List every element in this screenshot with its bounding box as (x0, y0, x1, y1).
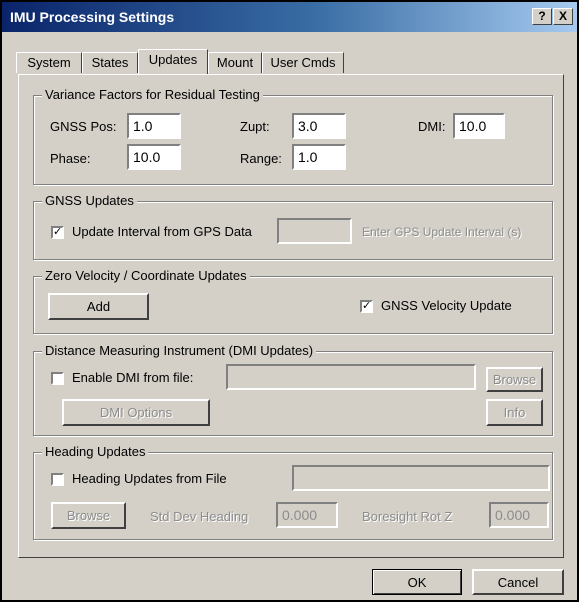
range-input[interactable] (294, 146, 344, 168)
zupt-input[interactable] (294, 115, 344, 137)
tab-mount[interactable]: Mount (208, 52, 262, 73)
range-field[interactable] (292, 144, 346, 170)
range-label: Range: (240, 151, 282, 166)
imu-processing-settings-dialog: IMU Processing Settings ? X System State… (0, 0, 579, 602)
gnss-updates-title: GNSS Updates (42, 193, 137, 208)
checkmark-icon: ✓ (53, 226, 63, 238)
heading-file-field[interactable] (292, 465, 550, 491)
variance-factors-group: Variance Factors for Residual Testing GN… (33, 87, 553, 185)
help-icon: ? (538, 9, 546, 23)
heading-updates-title: Heading Updates (42, 444, 149, 459)
zero-velocity-title: Zero Velocity / Coordinate Updates (42, 268, 250, 283)
heading-browse-button[interactable]: Browse (51, 502, 126, 529)
gnss-updates-group: GNSS Updates ✓ Update Interval from GPS … (33, 193, 553, 260)
gnss-pos-input[interactable] (129, 115, 179, 137)
phase-input[interactable] (129, 146, 179, 168)
dmi-file-input[interactable] (228, 366, 474, 388)
tab-mount-label: Mount (216, 55, 254, 70)
phase-label: Phase: (50, 151, 91, 166)
help-button[interactable]: ? (532, 8, 552, 25)
boresight-rot-z-label: Boresight Rot Z (362, 509, 453, 524)
dmi-browse-button[interactable]: Browse (486, 367, 543, 392)
std-dev-heading-field[interactable] (276, 502, 338, 528)
dmi-options-button[interactable]: DMI Options (62, 399, 210, 426)
tab-updates[interactable]: Updates (138, 49, 208, 74)
zero-velocity-group: Zero Velocity / Coordinate Updates Add ✓… (33, 268, 553, 334)
heading-updates-checkbox[interactable] (51, 473, 64, 486)
title-bar[interactable]: IMU Processing Settings ? X (2, 2, 577, 32)
variance-factors-title: Variance Factors for Residual Testing (42, 87, 263, 102)
gps-update-interval-input[interactable] (279, 220, 350, 242)
heading-updates-label: Heading Updates from File (72, 471, 227, 486)
close-button[interactable]: X (553, 8, 573, 25)
tab-states[interactable]: States (82, 52, 138, 73)
zupt-label: Zupt: (240, 119, 270, 134)
update-interval-checkbox[interactable]: ✓ (51, 226, 64, 239)
add-button[interactable]: Add (48, 293, 149, 320)
gnss-velocity-checkbox[interactable]: ✓ (360, 300, 373, 313)
tab-system-label: System (27, 55, 71, 70)
tab-updates-label: Updates (148, 52, 198, 67)
std-dev-heading-label: Std Dev Heading (150, 509, 249, 524)
heading-updates-group: Heading Updates Heading Updates from Fil… (33, 444, 553, 540)
tab-system[interactable]: System (16, 52, 82, 73)
dmi-file-field[interactable] (226, 364, 476, 390)
phase-field[interactable] (127, 144, 181, 170)
close-icon: X (558, 9, 567, 23)
dmi-label: DMI: (418, 119, 446, 134)
gnss-pos-field[interactable] (127, 113, 181, 139)
dmi-field[interactable] (453, 113, 505, 139)
dmi-updates-group: Distance Measuring Instrument (DMI Updat… (33, 343, 553, 436)
cancel-button[interactable]: Cancel (472, 569, 564, 595)
tab-user-cmds-label: User Cmds (270, 55, 336, 70)
dmi-updates-title: Distance Measuring Instrument (DMI Updat… (42, 343, 317, 358)
dmi-input[interactable] (455, 115, 503, 137)
update-interval-label: Update Interval from GPS Data (72, 224, 252, 239)
gps-update-interval-hint: Enter GPS Update Interval (s) (362, 225, 522, 239)
updates-tab-panel: Variance Factors for Residual Testing GN… (18, 74, 564, 558)
zupt-field[interactable] (292, 113, 346, 139)
gps-update-interval-field[interactable] (277, 218, 352, 244)
boresight-rot-z-field[interactable] (489, 502, 549, 528)
ok-button[interactable]: OK (372, 569, 462, 595)
enable-dmi-checkbox[interactable] (51, 372, 64, 385)
std-dev-heading-input[interactable] (278, 504, 336, 526)
checkmark-icon: ✓ (362, 300, 372, 312)
window-title: IMU Processing Settings (10, 9, 175, 25)
gnss-pos-label: GNSS Pos: (50, 119, 117, 134)
gnss-velocity-label: GNSS Velocity Update (381, 298, 512, 313)
boresight-rot-z-input[interactable] (491, 504, 547, 526)
heading-file-input[interactable] (294, 467, 548, 489)
tab-states-label: States (91, 55, 129, 70)
tab-user-cmds[interactable]: User Cmds (262, 52, 344, 73)
enable-dmi-label: Enable DMI from file: (72, 370, 194, 385)
dmi-info-button[interactable]: Info (486, 399, 543, 426)
